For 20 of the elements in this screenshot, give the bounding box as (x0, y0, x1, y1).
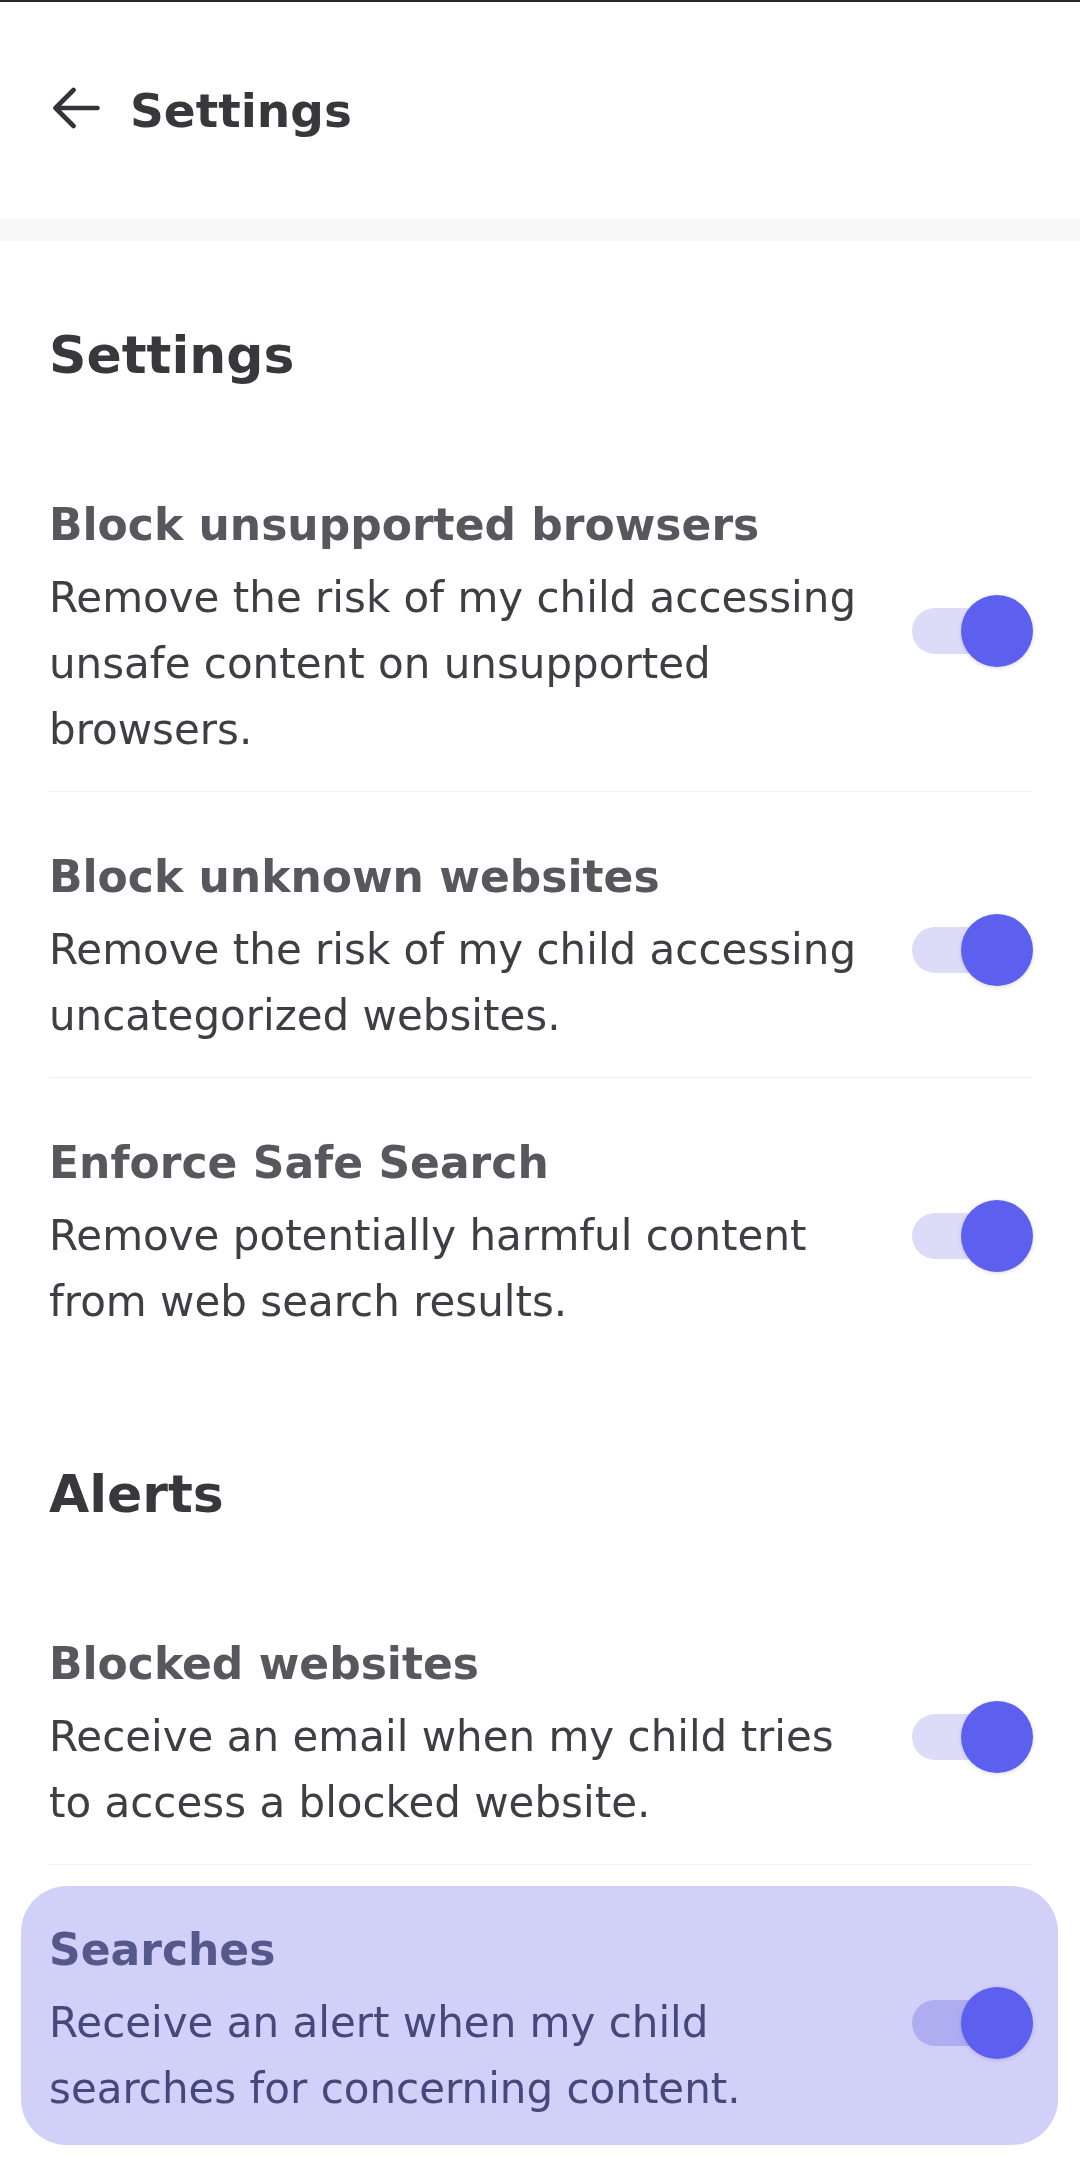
section-heading: Settings (49, 324, 296, 387)
setting-title: Enforce Safe Search (49, 1136, 550, 1190)
setting-description: Remove potentially harmful content from web search results. (49, 1210, 808, 1328)
back-arrow-icon (52, 86, 100, 129)
setting-title: Block unsupported browsers (49, 498, 761, 552)
page-title: Settings (130, 81, 352, 140)
setting-description: Remove the risk of my child accessing unsafe content on unsupported browsers. (49, 572, 858, 756)
setting-title: Block unknown websites (49, 850, 661, 904)
toggle-switch[interactable] (912, 594, 1033, 667)
back-button[interactable] (52, 86, 100, 129)
toggle-switch[interactable] (912, 1700, 1033, 1773)
setting-title: Searches (49, 1923, 277, 1977)
toggle-switch[interactable] (912, 1986, 1033, 2059)
toggle-switch[interactable] (912, 913, 1033, 986)
section-heading: Alerts (49, 1463, 225, 1526)
setting-description: Remove the risk of my child accessing uncategorized websites. (49, 924, 858, 1042)
setting-title: Blocked websites (49, 1637, 480, 1691)
setting-description: Receive an alert when my child searches for concerning content. (49, 1997, 742, 2115)
setting-description: Receive an email when my child tries to access a blocked website. (49, 1711, 835, 1829)
toggle-switch[interactable] (912, 1199, 1033, 1272)
